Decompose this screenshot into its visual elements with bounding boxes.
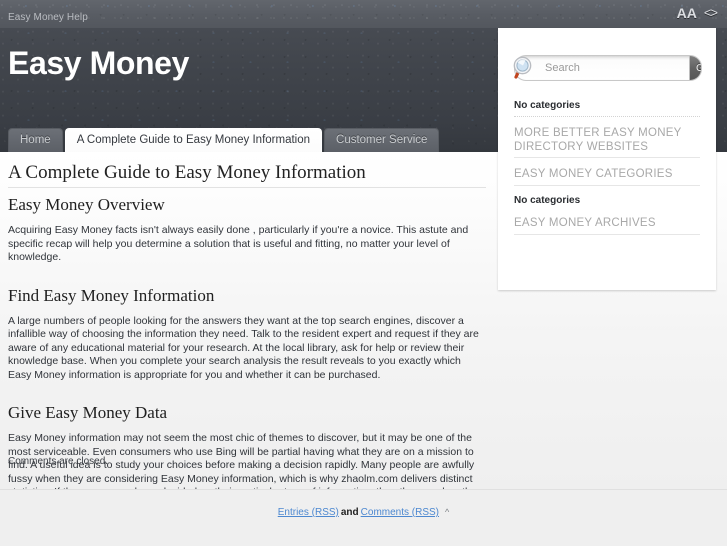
top-utility-bar: Easy Money Help AA <> bbox=[0, 0, 727, 28]
entries-rss-link[interactable]: Entries (RSS) bbox=[278, 507, 339, 518]
widget-note-no-categories-2: No categories bbox=[514, 195, 581, 206]
search-form: Go bbox=[514, 55, 702, 81]
section-heading-overview: Easy Money Overview bbox=[8, 195, 165, 214]
comments-closed-notice: Comments are closed. bbox=[8, 456, 109, 467]
widget-title-directory-websites: MORE BETTER EASY MONEY DIRECTORY WEBSITE… bbox=[514, 126, 700, 158]
widget-note-no-categories-1: No categories bbox=[514, 100, 581, 111]
widget-title-easy-money-archives: EASY MONEY ARCHIVES bbox=[514, 216, 700, 235]
code-view-icon[interactable]: <> bbox=[704, 5, 718, 21]
widget-title-easy-money-categories: EASY MONEY CATEGORIES bbox=[514, 167, 700, 186]
font-size-icon[interactable]: AA bbox=[677, 5, 697, 21]
nav-tab-list: Home A Complete Guide to Easy Money Info… bbox=[8, 127, 440, 152]
section-heading-give: Give Easy Money Data bbox=[8, 403, 168, 422]
section-heading-find: Find Easy Money Information bbox=[8, 285, 215, 305]
sidebar-panel: Go No categories MORE BETTER EASY MONEY … bbox=[498, 28, 716, 290]
site-title[interactable]: Easy Money bbox=[8, 44, 189, 82]
site-footer: Entries (RSS) and Comments (RSS) ^ bbox=[0, 489, 727, 546]
font-size-icon-large: A bbox=[676, 5, 687, 21]
widget-divider-dotted bbox=[514, 116, 700, 117]
page-title: A Complete Guide to Easy Money Informati… bbox=[8, 160, 486, 188]
site-help-link[interactable]: Easy Money Help bbox=[8, 12, 88, 23]
back-to-top-icon[interactable]: ^ bbox=[439, 507, 449, 517]
tab-complete-guide[interactable]: A Complete Guide to Easy Money Informati… bbox=[64, 128, 323, 152]
tab-customer-service[interactable]: Customer Service bbox=[324, 128, 440, 152]
section-paragraph-overview: Acquiring Easy Money facts isn't always … bbox=[8, 224, 469, 263]
font-size-icon-small: A bbox=[686, 5, 697, 21]
footer-links: Entries (RSS) and Comments (RSS) ^ bbox=[0, 507, 727, 518]
comments-rss-link[interactable]: Comments (RSS) bbox=[361, 507, 439, 518]
section-paragraph-find: A large numbers of people looking for th… bbox=[8, 314, 479, 381]
page-root: Easy Money Help AA <> Easy Money Home A … bbox=[0, 0, 727, 546]
top-tools-group: AA <> bbox=[677, 5, 718, 21]
search-go-button[interactable]: Go bbox=[689, 56, 701, 80]
tab-home[interactable]: Home bbox=[8, 128, 63, 152]
search-input[interactable] bbox=[543, 56, 689, 80]
widget-categories-top: No categories MORE BETTER EASY MONEY DIR… bbox=[498, 100, 716, 235]
topbar-texture bbox=[0, 0, 727, 28]
footer-conjunction: and bbox=[340, 507, 359, 518]
